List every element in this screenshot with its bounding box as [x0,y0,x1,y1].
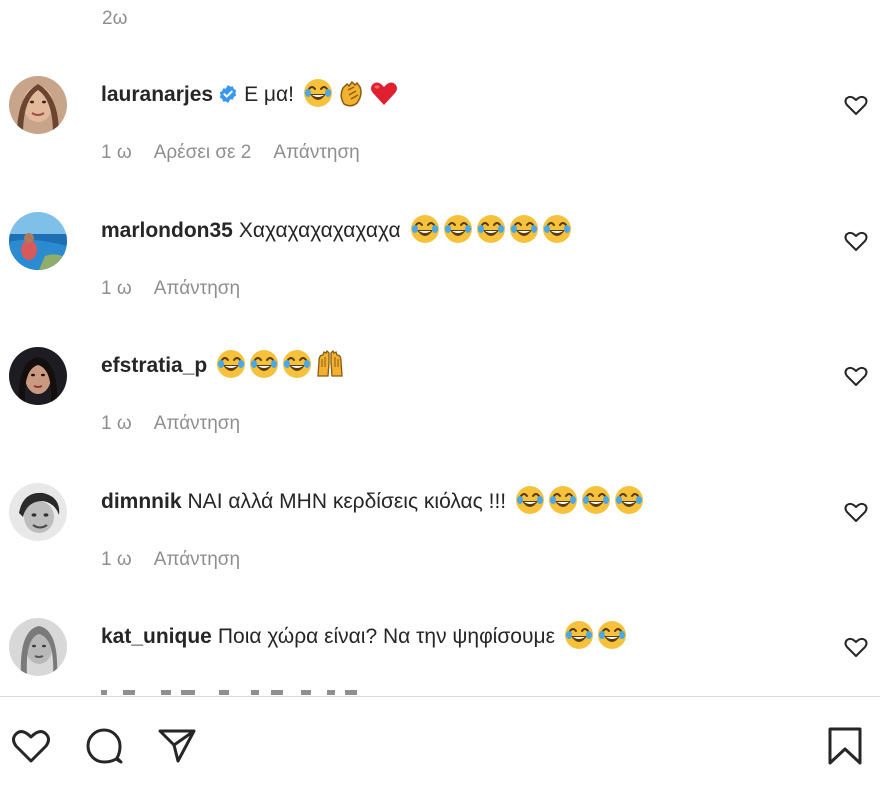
username[interactable]: efstratia_p [101,354,207,377]
comment-item: dimnnik ΝΑΙ αλλά ΜΗΝ κερδίσεις κιόλας !!!… [0,483,880,618]
joy-emoji [476,214,506,244]
heart-icon[interactable] [10,725,52,767]
comment-meta: 1 ω Απάντηση [101,549,262,571]
raised-hands-emoji [315,349,345,379]
joy-emoji [614,485,644,515]
joy-emoji [303,78,333,108]
comment-item: marlondon35 Χαχαχαχαχαχαχα 1 ω Απάντηση [0,212,880,347]
joy-emoji [509,214,539,244]
username[interactable]: dimnnik [101,490,182,513]
share-icon[interactable] [156,725,198,767]
joy-emoji [581,485,611,515]
comment-text: Χαχαχαχαχαχαχα [238,219,401,242]
joy-emoji [216,349,246,379]
comment-body: marlondon35 Χαχαχαχαχαχαχα [101,214,572,246]
joy-emoji [515,485,545,515]
comment-body: efstratia_p [101,349,345,381]
reply-button[interactable]: Απάντηση [273,142,359,163]
comment-meta: 1 ω Απάντηση [101,413,262,435]
avatar[interactable] [9,347,67,405]
verified-badge-icon [218,83,238,103]
comment-text: ΝΑΙ αλλά ΜΗΝ κερδίσεις κιόλας !!! [187,490,507,513]
username[interactable]: marlondon35 [101,219,233,242]
comment-like-icon[interactable] [844,636,868,658]
comment-like-icon[interactable] [844,501,868,523]
comment-meta: 1 ω Αρέσει σε 2 Απάντηση [101,142,382,164]
reply-button[interactable]: Απάντηση [154,549,240,570]
comment-body: lauranarjes Ε μα! [101,78,399,110]
joy-emoji [542,214,572,244]
comment-item: lauranarjes Ε μα! 1 ω Αρέσει σε 2 Απάντηση [0,76,880,211]
heart-emoji [369,78,399,108]
username[interactable]: lauranarjes [101,83,213,106]
post-action-bar [0,697,880,796]
avatar[interactable] [9,76,67,134]
comment-meta: 1 ω Απάντηση [101,278,262,300]
avatar[interactable] [9,618,67,676]
joy-emoji [410,214,440,244]
comment-text: Ε μα! [244,83,294,106]
comment-body: kat_unique Ποια χώρα είναι? Να την ψηφίσο… [101,620,627,652]
joy-emoji [548,485,578,515]
comment-icon[interactable] [83,725,125,767]
comment-item: efstratia_p 1 ω Απάντηση [0,347,880,482]
reply-button[interactable]: Απάντηση [154,413,240,434]
comments-list: lauranarjes Ε μα! 1 ω Αρέσει σε 2 Απάντηση … [0,0,880,696]
joy-emoji [597,620,627,650]
bookmark-icon[interactable] [824,725,866,767]
avatar[interactable] [9,212,67,270]
username[interactable]: kat_unique [101,625,212,648]
comment-text: Ποια χώρα είναι? Να την ψηφίσουμε [217,625,555,648]
comment-time: 1 ω [101,278,132,299]
clipped-comment-meta [101,683,361,695]
comment-time: 1 ω [101,549,132,570]
comment-time: 1 ω [101,413,132,434]
clap-emoji [336,78,366,108]
joy-emoji [443,214,473,244]
reply-button[interactable]: Απάντηση [154,278,240,299]
avatar[interactable] [9,483,67,541]
comment-body: dimnnik ΝΑΙ αλλά ΜΗΝ κερδίσεις κιόλας !!! [101,485,644,517]
joy-emoji [282,349,312,379]
comment-like-icon[interactable] [844,94,868,116]
comment-time: 1 ω [101,142,132,163]
comment-like-icon[interactable] [844,365,868,387]
joy-emoji [249,349,279,379]
likes-count[interactable]: Αρέσει σε 2 [154,142,252,163]
comment-like-icon[interactable] [844,230,868,252]
joy-emoji [564,620,594,650]
